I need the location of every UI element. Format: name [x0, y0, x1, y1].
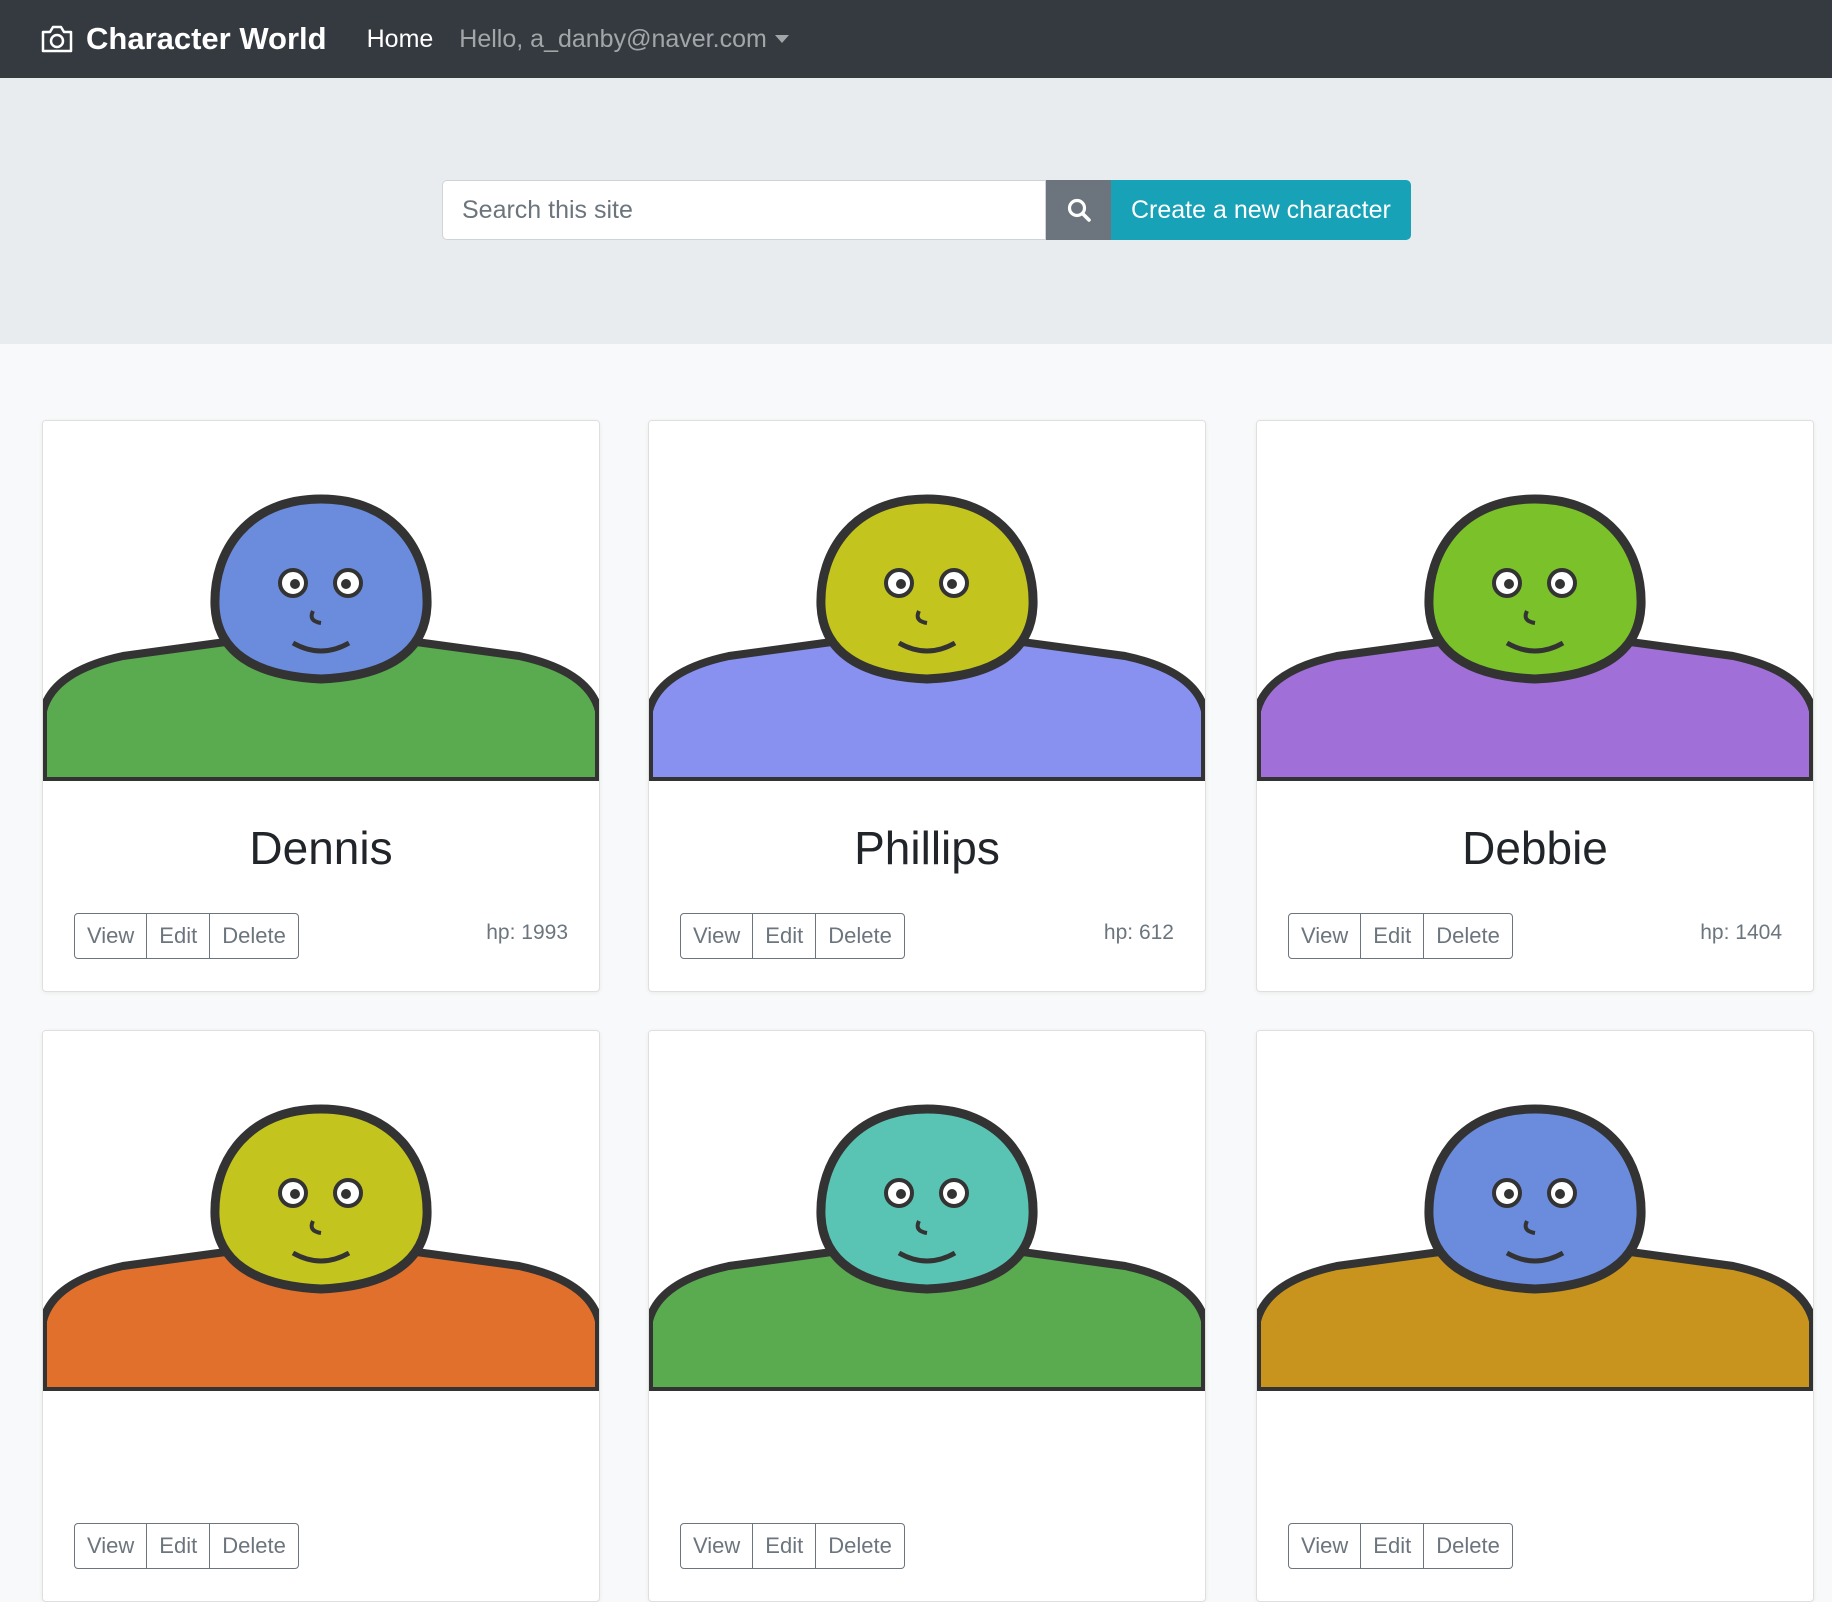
brand-title: Character World: [86, 21, 327, 56]
edit-button[interactable]: Edit: [146, 914, 209, 958]
character-card: Debbie View Edit Delete hp: 1404: [1256, 420, 1814, 992]
character-image: [43, 421, 599, 781]
character-card: View Edit Delete: [1256, 1030, 1814, 1602]
view-button[interactable]: View: [75, 1524, 146, 1568]
search-icon: [1067, 198, 1091, 222]
card-actions: View Edit Delete: [74, 913, 299, 959]
chevron-down-icon: [774, 35, 789, 43]
view-button[interactable]: View: [1289, 1524, 1360, 1568]
card-actions: View Edit Delete: [1288, 913, 1513, 959]
edit-button[interactable]: Edit: [1360, 914, 1423, 958]
hp-label: hp: 1404: [1700, 921, 1782, 944]
character-card: View Edit Delete: [648, 1030, 1206, 1602]
delete-button[interactable]: Delete: [815, 1524, 904, 1568]
delete-button[interactable]: Delete: [1423, 914, 1512, 958]
character-card: View Edit Delete: [42, 1030, 600, 1602]
delete-button[interactable]: Delete: [815, 914, 904, 958]
character-card: Phillips View Edit Delete hp: 612: [648, 420, 1206, 992]
character-image: [1257, 421, 1813, 781]
edit-button[interactable]: Edit: [146, 1524, 209, 1568]
search-form: Create a new character: [442, 180, 1411, 240]
search-button[interactable]: [1046, 180, 1111, 240]
view-button[interactable]: View: [1289, 914, 1360, 958]
search-input[interactable]: [442, 180, 1046, 240]
view-button[interactable]: View: [75, 914, 146, 958]
character-name: Dennis: [249, 822, 393, 874]
character-image: [649, 421, 1205, 781]
character-image: [43, 1031, 599, 1391]
edit-button[interactable]: Edit: [752, 914, 815, 958]
character-name: Phillips: [854, 822, 1000, 874]
nav-home-link[interactable]: Home: [367, 25, 434, 54]
navbar: Character World Home Hello, a_danby@nave…: [0, 0, 1832, 78]
hp-label: hp: 1993: [486, 921, 568, 944]
edit-button[interactable]: Edit: [1360, 1524, 1423, 1568]
user-greeting: Hello, a_danby@naver.com: [459, 24, 767, 53]
view-button[interactable]: View: [681, 1524, 752, 1568]
character-image: [649, 1031, 1205, 1391]
camera-icon: [41, 25, 73, 53]
brand-link[interactable]: Character World: [40, 21, 327, 57]
card-actions: View Edit Delete: [680, 1523, 905, 1569]
create-character-button[interactable]: Create a new character: [1111, 180, 1411, 240]
character-image: [1257, 1031, 1813, 1391]
card-actions: View Edit Delete: [74, 1523, 299, 1569]
card-actions: View Edit Delete: [1288, 1523, 1513, 1569]
delete-button[interactable]: Delete: [209, 914, 298, 958]
character-card: Dennis View Edit Delete hp: 1993: [42, 420, 600, 992]
delete-button[interactable]: Delete: [1423, 1524, 1512, 1568]
hp-label: hp: 612: [1103, 921, 1174, 944]
character-name: Debbie: [1462, 822, 1608, 874]
hero-banner: Create a new character: [0, 78, 1832, 344]
card-actions: View Edit Delete: [680, 913, 905, 959]
edit-button[interactable]: Edit: [752, 1524, 815, 1568]
user-dropdown[interactable]: Hello, a_danby@naver.com: [459, 25, 789, 54]
delete-button[interactable]: Delete: [209, 1524, 298, 1568]
view-button[interactable]: View: [681, 914, 752, 958]
